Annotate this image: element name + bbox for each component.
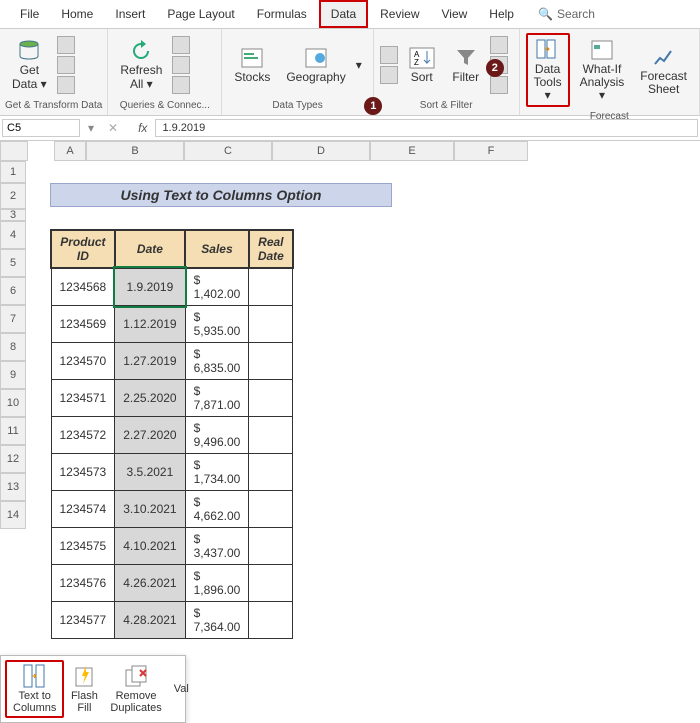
tab-page-layout[interactable]: Page Layout	[157, 2, 244, 26]
data-tools-icon	[534, 37, 562, 63]
tab-review[interactable]: Review	[370, 2, 429, 26]
flash-fill-button[interactable]: Flash Fill	[64, 660, 104, 718]
remove-duplicates-icon	[122, 664, 150, 690]
data-tools-button[interactable]: Data Tools ▾	[526, 33, 570, 107]
refresh-all-button[interactable]: Refresh All ▾	[114, 36, 168, 92]
database-icon	[15, 38, 43, 64]
refresh-icon	[127, 38, 155, 64]
worksheet: ABCDEF 1234567891011121314 Using Text to…	[0, 141, 700, 529]
stocks-icon	[238, 45, 266, 71]
sort-az-buttons[interactable]	[380, 46, 398, 84]
row-headers[interactable]: 1234567891011121314	[0, 161, 26, 529]
sort-button[interactable]: AZ Sort	[402, 43, 442, 86]
stocks-button[interactable]: Stocks	[228, 43, 276, 86]
formula-bar: ▾ ✕ fx 1.9.2019	[0, 116, 700, 141]
forecast-sheet-button[interactable]: Forecast Sheet	[634, 42, 693, 98]
tab-insert[interactable]: Insert	[105, 2, 155, 26]
tab-help[interactable]: Help	[479, 2, 524, 26]
data-validation-button[interactable]: Val	[168, 660, 189, 718]
table-row[interactable]: 12345722.27.2020$9,496.00	[51, 417, 293, 454]
remove-duplicates-button[interactable]: Remove Duplicates	[104, 660, 167, 718]
search-box[interactable]: 🔍Search	[538, 7, 595, 21]
group-label: Get & Transform Data	[4, 98, 103, 113]
formula-input[interactable]: 1.9.2019	[155, 119, 698, 137]
table-row[interactable]: 12345681.9.2019$1,402.00	[51, 268, 293, 306]
get-data-mini-buttons[interactable]	[57, 36, 75, 94]
filter-button[interactable]: Filter	[446, 43, 486, 86]
table-row[interactable]: 12345691.12.2019$5,935.00	[51, 306, 293, 343]
table-row[interactable]: 12345733.5.2021$1,734.00	[51, 454, 293, 491]
sort-icon: AZ	[408, 45, 436, 71]
select-all-corner[interactable]	[0, 141, 28, 161]
filter-icon	[452, 45, 480, 71]
data-tools-dropdown: Text to Columns Flash Fill Remove Duplic…	[0, 655, 186, 723]
table-row[interactable]: 12345774.28.2021$7,364.00	[51, 602, 293, 639]
get-data-button[interactable]: Get Data ▾	[6, 36, 53, 92]
table-row[interactable]: 12345701.27.2019$6,835.00	[51, 343, 293, 380]
table-row[interactable]: 12345754.10.2021$3,437.00	[51, 528, 293, 565]
forecast-icon	[650, 44, 678, 70]
tab-formulas[interactable]: Formulas	[247, 2, 317, 26]
geography-button[interactable]: Geography	[280, 43, 351, 86]
svg-text:Z: Z	[414, 58, 419, 67]
whatif-button[interactable]: What-If Analysis ▾	[574, 35, 631, 105]
text-to-columns-icon	[21, 664, 49, 690]
text-to-columns-button[interactable]: Text to Columns	[5, 660, 64, 718]
flash-fill-icon	[70, 664, 98, 690]
table-row[interactable]: 12345712.25.2020$7,871.00	[51, 380, 293, 417]
name-box[interactable]	[2, 119, 80, 137]
search-icon: 🔍	[538, 7, 553, 21]
group-label: Sort & Filter	[378, 98, 515, 113]
whatif-icon	[588, 37, 616, 63]
tab-data[interactable]: Data	[319, 0, 368, 28]
fx-icon[interactable]: fx	[138, 121, 147, 135]
data-table[interactable]: Product IDDateSalesReal Date12345681.9.2…	[50, 229, 294, 639]
table-row[interactable]: 12345743.10.2021$4,662.00	[51, 491, 293, 528]
tab-file[interactable]: File	[10, 2, 49, 26]
queries-mini-buttons[interactable]	[172, 36, 190, 94]
table-row[interactable]: 12345764.26.2021$1,896.00	[51, 565, 293, 602]
tab-view[interactable]: View	[432, 2, 478, 26]
tab-bar: FileHomeInsertPage LayoutFormulasDataRev…	[0, 0, 700, 29]
group-label: Queries & Connec...	[112, 98, 217, 113]
column-headers[interactable]: ABCDEF	[54, 141, 528, 161]
ribbon: Get Data ▾ Get & Transform Data Refresh …	[0, 29, 700, 116]
tab-home[interactable]: Home	[51, 2, 103, 26]
group-label: Data Types	[226, 98, 368, 113]
callout-badge-2: 2	[486, 59, 504, 77]
title-banner: Using Text to Columns Option	[50, 183, 392, 207]
geography-icon	[302, 45, 330, 71]
